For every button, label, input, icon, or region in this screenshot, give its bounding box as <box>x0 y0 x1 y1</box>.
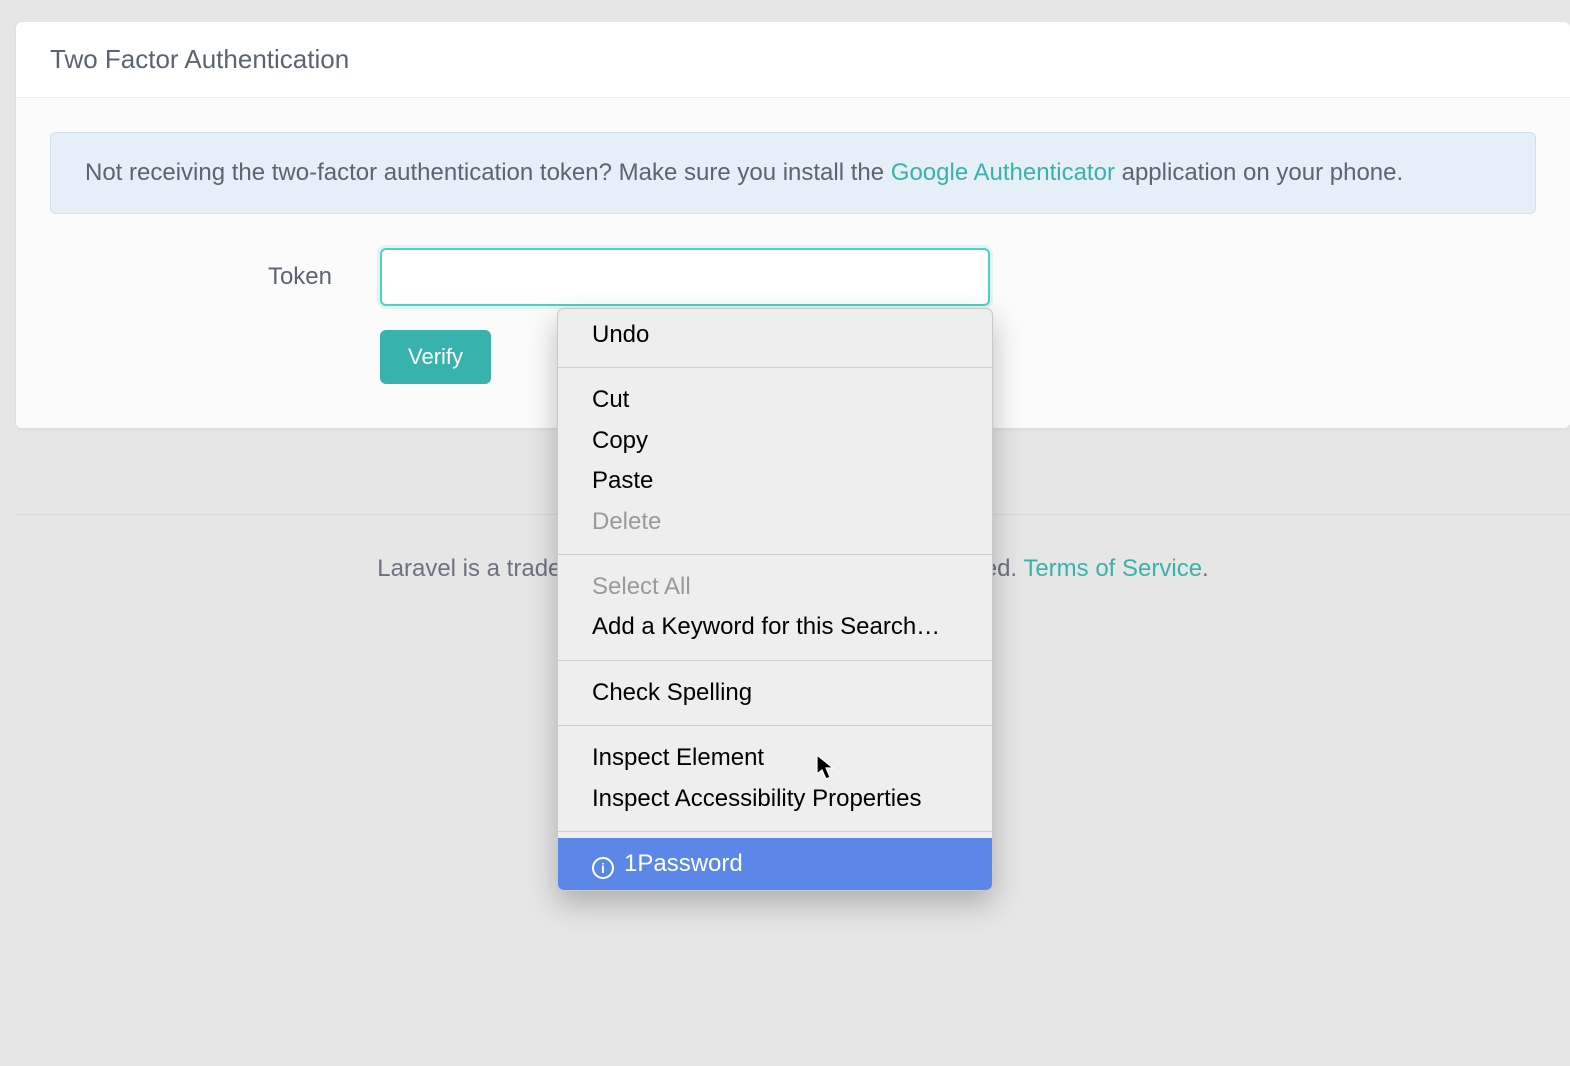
token-label: Token <box>50 263 380 291</box>
context-menu-item-check-spelling[interactable]: Check Spelling <box>558 667 992 719</box>
verify-button[interactable]: Verify <box>380 330 491 384</box>
token-row: Token <box>50 248 1536 306</box>
google-authenticator-link[interactable]: Google Authenticator <box>891 159 1115 186</box>
context-menu-item-label: 1Password <box>624 850 743 877</box>
context-menu-item-label: Select All <box>592 573 691 600</box>
info-alert: Not receiving the two-factor authenticat… <box>50 132 1536 214</box>
context-menu-item-add-a-keyword-for-this-search[interactable]: Add a Keyword for this Search… <box>558 607 992 653</box>
terms-of-service-link[interactable]: Terms of Service <box>1023 555 1202 582</box>
context-menu-item-label: Add a Keyword for this Search… <box>592 613 940 640</box>
context-menu[interactable]: Undo Cut Copy Paste Delete Select All Add a Ke… <box>557 308 993 891</box>
context-menu-item-label: Check Spelling <box>592 679 752 706</box>
footer-period: . <box>1202 555 1209 582</box>
context-menu-item-cut[interactable]: Cut <box>558 374 992 420</box>
token-input[interactable] <box>380 248 990 306</box>
context-menu-separator <box>558 660 992 661</box>
1password-icon: i <box>592 857 614 879</box>
context-menu-item-label: Delete <box>592 508 661 535</box>
context-menu-item-label: Inspect Accessibility Properties <box>592 785 921 812</box>
context-menu-item-paste[interactable]: Paste <box>558 461 992 501</box>
context-menu-item-inspect-element[interactable]: Inspect Element <box>558 732 992 778</box>
context-menu-item-label: Cut <box>592 386 629 413</box>
context-menu-item-1password[interactable]: i 1Password <box>558 838 992 890</box>
context-menu-item-select-all: Select All <box>558 561 992 607</box>
card-title: Two Factor Authentication <box>16 22 1570 98</box>
context-menu-separator <box>558 367 992 368</box>
context-menu-item-undo[interactable]: Undo <box>558 309 992 361</box>
context-menu-item-label: Undo <box>592 321 649 348</box>
alert-text-pre: Not receiving the two-factor authenticat… <box>85 159 891 186</box>
context-menu-separator <box>558 831 992 832</box>
context-menu-item-label: Copy <box>592 427 648 454</box>
context-menu-item-label: Inspect Element <box>592 744 764 771</box>
context-menu-separator <box>558 725 992 726</box>
context-menu-item-label: Paste <box>592 467 653 494</box>
alert-text-post: application on your phone. <box>1115 159 1403 186</box>
context-menu-item-copy[interactable]: Copy <box>558 421 992 461</box>
context-menu-item-inspect-accessibility-properties[interactable]: Inspect Accessibility Properties <box>558 779 992 825</box>
context-menu-item-delete: Delete <box>558 502 992 548</box>
context-menu-separator <box>558 554 992 555</box>
